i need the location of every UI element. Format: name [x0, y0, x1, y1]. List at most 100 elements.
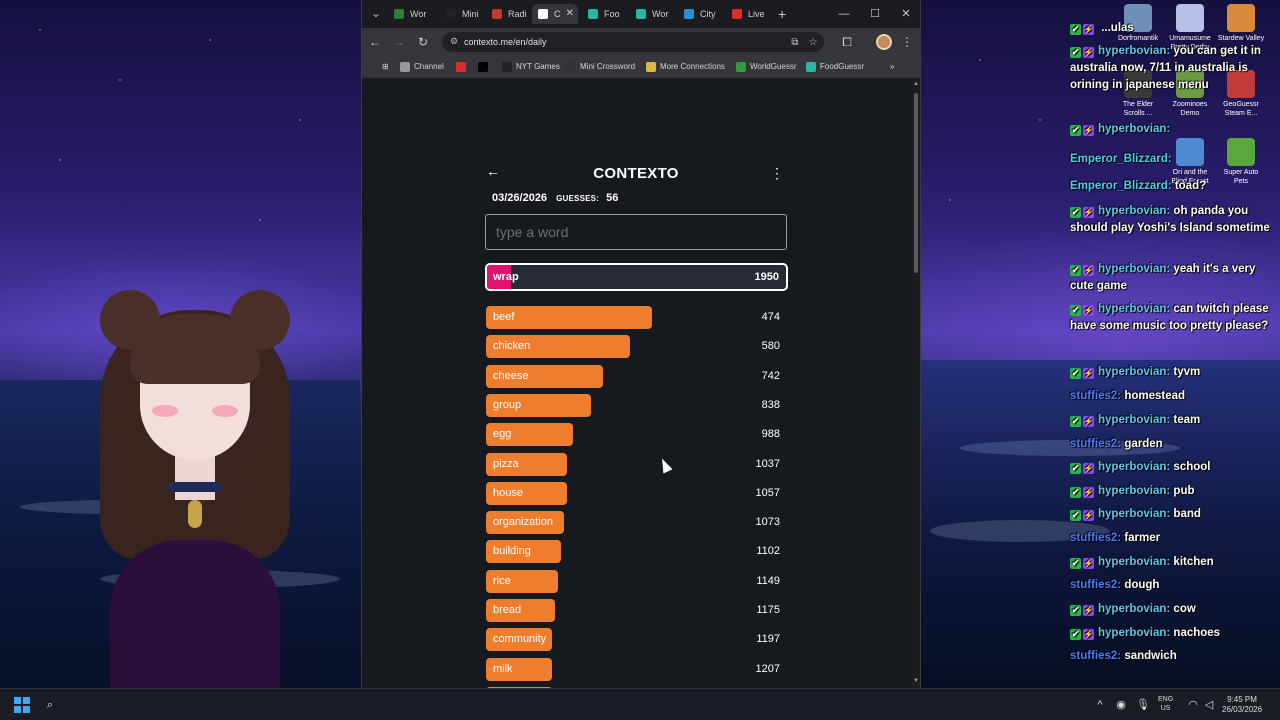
bookmark-item[interactable]	[478, 60, 492, 74]
tab-7[interactable]: Live	[726, 4, 772, 24]
scroll-down-icon[interactable]: ▼	[912, 678, 920, 686]
chat-text: garden	[1124, 438, 1163, 450]
chat-message: ✔ ⚡ ...ulas	[1070, 20, 1270, 37]
bookmark-item[interactable]	[456, 60, 470, 74]
tab-4[interactable]: Foo	[582, 4, 624, 24]
maximize-icon[interactable]: ☐	[865, 4, 885, 24]
tab-0[interactable]: Wor	[388, 4, 432, 24]
chat-message: ✔ ⚡ hyperbovian: oh panda you should play …	[1070, 203, 1270, 237]
forward-arrow-icon[interactable]: →	[390, 33, 408, 51]
bookmark-item[interactable]: NYT Games	[502, 60, 560, 74]
chat-username[interactable]: hyperbovian:	[1098, 263, 1170, 275]
tab-1[interactable]: Mini	[440, 4, 480, 24]
subscriber-badge-icon: ⚡	[1083, 305, 1094, 316]
microphone-icon[interactable]: 🎙	[1135, 697, 1151, 713]
close-tab-icon[interactable]: ✕	[566, 4, 574, 24]
game-menu-icon[interactable]: ⋮	[770, 165, 784, 182]
windows-start-icon[interactable]	[14, 697, 30, 713]
install-app-icon[interactable]: ⧉	[788, 36, 802, 50]
scroll-thumb[interactable]	[914, 93, 918, 273]
tab-3[interactable]: C ✕	[532, 4, 578, 24]
chat-username[interactable]: hyperbovian:	[1098, 556, 1170, 568]
wifi-icon[interactable]: ◠	[1185, 697, 1201, 713]
tab-6[interactable]: City	[678, 4, 722, 24]
guess-word: organization	[493, 516, 553, 529]
verified-badge-icon: ✔	[1070, 629, 1081, 640]
clock[interactable]: 9:45 PM 26/03/2026	[1222, 695, 1262, 715]
close-window-icon[interactable]: ✕	[896, 4, 916, 24]
reload-icon[interactable]: ↻	[414, 33, 432, 51]
guess-row: egg 988	[486, 423, 787, 447]
chat-username[interactable]: stuffies2:	[1070, 650, 1121, 662]
guess-rank: 988	[761, 428, 780, 441]
chat-username[interactable]: stuffies2:	[1070, 438, 1121, 450]
vtuber-avatar	[90, 290, 300, 700]
taskbar: ⌕ ^ ◉ 🎙 ENG US ◠ ◁ 9:45 PM 26/03/2026	[0, 688, 1280, 720]
chat-username[interactable]: hyperbovian:	[1098, 603, 1170, 615]
bookmark-item[interactable]: FoodGuessr	[806, 60, 864, 74]
more-bookmarks-icon[interactable]: »	[890, 60, 894, 74]
chat-username[interactable]: hyperbovian:	[1098, 627, 1170, 639]
chat-username[interactable]: hyperbovian:	[1098, 366, 1170, 378]
extensions-icon[interactable]: ⧠	[838, 33, 856, 51]
chat-username[interactable]: hyperbovian:	[1098, 485, 1170, 497]
verified-badge-icon: ✔	[1070, 558, 1081, 569]
tab-label: Foo	[604, 9, 620, 19]
subscriber-badge-icon: ⚡	[1083, 207, 1094, 218]
tab-favicon-icon	[394, 9, 404, 19]
verified-badge-icon: ✔	[1070, 463, 1081, 474]
verified-badge-icon: ✔	[1070, 47, 1081, 58]
chat-username[interactable]: hyperbovian:	[1098, 508, 1170, 520]
back-arrow-icon[interactable]: ←	[366, 33, 384, 51]
tab-search-chevron-icon[interactable]: ⌄	[367, 5, 385, 23]
site-info-icon[interactable]: ⚙	[450, 36, 460, 48]
chat-text: nachoes	[1173, 627, 1221, 639]
obs-tray-icon[interactable]: ◉	[1113, 697, 1129, 713]
bookmark-star-icon[interactable]: ☆	[806, 36, 820, 50]
profile-avatar[interactable]	[876, 34, 892, 50]
url-text[interactable]: contexto.me/en/daily	[464, 35, 547, 49]
chat-username[interactable]: hyperbovian:	[1098, 414, 1170, 426]
chat-username[interactable]: Emperor_Blizzard:	[1070, 153, 1172, 165]
tab-2[interactable]: Radi	[486, 4, 528, 24]
chat-username[interactable]: stuffies2:	[1070, 390, 1121, 402]
chat-username[interactable]: hyperbovian:	[1098, 461, 1170, 473]
chat-username[interactable]: stuffies2:	[1070, 532, 1121, 544]
word-input[interactable]	[485, 214, 787, 250]
chat-username[interactable]: stuffies2:	[1070, 579, 1121, 591]
verified-badge-icon: ✔	[1070, 416, 1081, 427]
apps-grid-icon[interactable]: ⊞	[368, 60, 389, 74]
bookmark-label: Channel	[414, 62, 444, 71]
kebab-menu-icon[interactable]: ⋮	[898, 33, 916, 51]
chat-username[interactable]: Emperor_Blizzard:	[1070, 180, 1172, 192]
guess-row: building 1102	[486, 540, 787, 564]
minimize-icon[interactable]: —	[834, 4, 854, 24]
chat-username[interactable]: hyperbovian:	[1098, 303, 1170, 315]
tray-overflow-icon[interactable]: ^	[1092, 697, 1108, 713]
volume-icon[interactable]: ◁	[1201, 697, 1217, 713]
subscriber-badge-icon: ⚡	[1083, 463, 1094, 474]
chat-username[interactable]: hyperbovian:	[1098, 205, 1170, 217]
new-tab-button[interactable]: +	[778, 4, 786, 24]
scroll-up-icon[interactable]: ▲	[912, 81, 920, 89]
page-scrollbar[interactable]: ▲ ▼	[912, 79, 920, 688]
bookmark-item[interactable]: Mini Crossword	[566, 60, 635, 74]
bookmark-label: Mini Crossword	[580, 62, 636, 71]
chat-message: ✔ ⚡ hyperbovian: kitchen	[1070, 554, 1270, 571]
bookmark-item[interactable]: More Connections	[646, 60, 725, 74]
bookmark-favicon-icon	[478, 62, 488, 72]
contexto-page: ← CONTEXTO ⋮ 03/26/2026 GUESSES: 56 wrap…	[362, 79, 912, 688]
bookmark-item[interactable]: WorldGuessr	[736, 60, 797, 74]
guess-rank: 1057	[755, 486, 780, 499]
subscriber-badge-icon: ⚡	[1083, 605, 1094, 616]
avatar-choker	[168, 482, 222, 492]
search-icon[interactable]: ⌕	[42, 697, 58, 713]
tab-5[interactable]: Wor	[630, 4, 672, 24]
bookmark-item[interactable]: Channel	[400, 60, 444, 74]
chat-username[interactable]: hyperbovian:	[1098, 123, 1170, 135]
address-bar[interactable]: ⚙ contexto.me/en/daily ⧉ ☆	[442, 32, 824, 52]
chat-username[interactable]: hyperbovian:	[1098, 45, 1170, 57]
language-indicator[interactable]: ENG US	[1158, 695, 1173, 713]
bookmark-favicon-icon	[502, 62, 512, 72]
tab-favicon-icon	[732, 9, 742, 19]
